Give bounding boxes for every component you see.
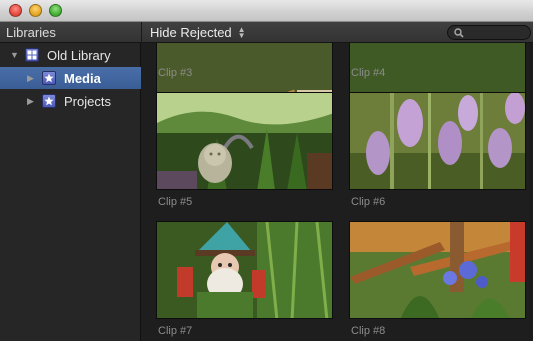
libraries-title: Libraries — [6, 25, 56, 40]
libraries-sidebar: ▼ Old Library ▶ Media ▶ Projects — [0, 43, 141, 341]
clip-browser: Clip #3 Clip #4 Clip #5 Clip #6 Clip #7 … — [142, 43, 533, 341]
clip-filter-select[interactable]: Hide Rejected ▲ ▼ — [150, 24, 246, 41]
disclosure-closed-icon[interactable]: ▶ — [27, 73, 34, 84]
updown-arrows-icon: ▲ ▼ — [237, 24, 246, 40]
event-star-icon — [42, 71, 56, 85]
sidebar-item-old-library[interactable]: ▼ Old Library — [0, 44, 141, 66]
sidebar-item-media[interactable]: ▶ Media — [0, 67, 141, 89]
clip-filter-value: Hide Rejected — [150, 25, 232, 40]
clip-thumbnail-8[interactable] — [349, 221, 526, 319]
clip-label: Clip #7 — [158, 325, 193, 337]
zoom-icon[interactable] — [49, 4, 62, 17]
library-icon — [25, 48, 39, 62]
clip-thumbnail-5[interactable] — [156, 92, 333, 190]
sidebar-item-label: Old Library — [47, 48, 111, 63]
clip-label: Clip #4 — [351, 67, 386, 79]
minimize-icon[interactable] — [29, 4, 42, 17]
clip-label: Clip #8 — [351, 325, 386, 337]
close-icon[interactable] — [9, 4, 22, 17]
clip-thumbnail-7[interactable] — [156, 221, 333, 319]
clip-label: Clip #5 — [158, 196, 193, 208]
disclosure-closed-icon[interactable]: ▶ — [27, 96, 34, 107]
toolbar: Libraries Hide Rejected ▲ ▼ — [0, 22, 533, 43]
sidebar-item-label: Media — [64, 71, 101, 86]
scrollbar[interactable] — [529, 43, 533, 341]
sidebar-item-label: Projects — [64, 94, 111, 109]
clip-thumbnail-6[interactable] — [349, 92, 526, 190]
sidebar-item-projects[interactable]: ▶ Projects — [0, 90, 141, 112]
search-field[interactable] — [447, 25, 531, 40]
window-title-bar — [0, 0, 533, 22]
toolbar-divider — [141, 22, 142, 43]
event-star-icon — [42, 94, 56, 108]
disclosure-open-icon[interactable]: ▼ — [10, 50, 19, 60]
clip-label: Clip #6 — [351, 196, 386, 208]
search-icon — [454, 28, 464, 38]
clip-label: Clip #3 — [158, 67, 193, 79]
